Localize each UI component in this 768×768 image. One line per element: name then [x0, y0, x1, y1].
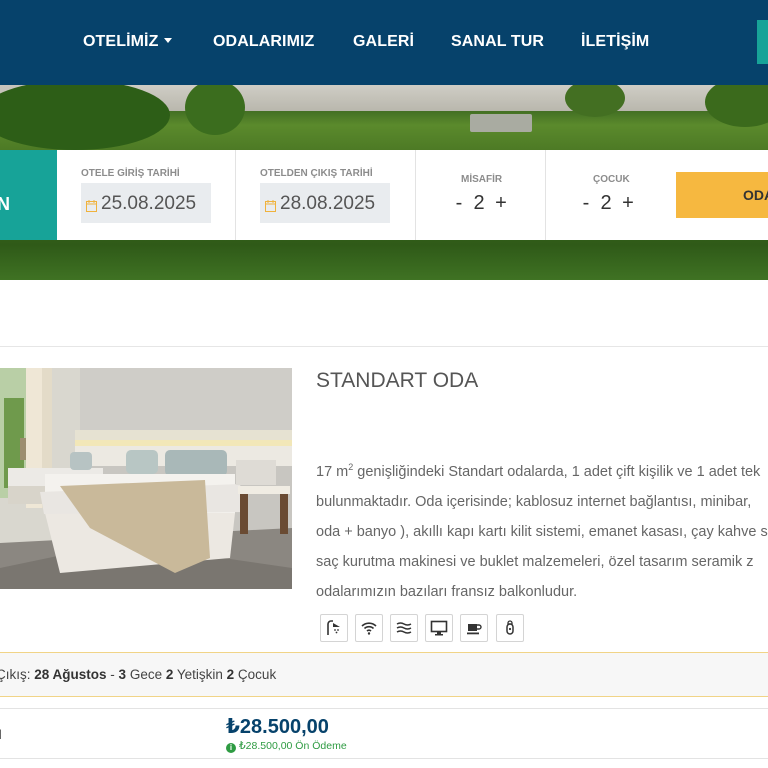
- summary-checkout-date: 28 Ağustos: [34, 667, 107, 682]
- guests-stepper: -2 +: [451, 192, 511, 215]
- divider: [235, 150, 236, 240]
- nav-item-label: OTELİMİZ: [83, 33, 159, 50]
- chevron-down-icon: [164, 38, 173, 43]
- room-photo[interactable]: [0, 368, 292, 589]
- hero-stone: [470, 114, 532, 132]
- section-divider: [0, 346, 768, 347]
- summary-nights: 3: [118, 667, 127, 682]
- booking-bar-fields: OTELE GİRİŞ TARİHİ 25.08.2025 OTELDEN ÇI…: [57, 150, 768, 240]
- children-stepper: -2 +: [578, 192, 638, 215]
- room-description-line: odalarımızın bazıları fransız balkonludu…: [316, 583, 578, 600]
- hero-bush: [185, 85, 245, 135]
- guests-value: 2: [473, 192, 485, 214]
- room-description-line: saç kurutma makinesi ve buklet malzemele…: [316, 553, 754, 570]
- nav-item-odalarimiz[interactable]: ODALARIMIZ: [213, 33, 314, 51]
- summary-text: Çocuk: [234, 667, 277, 682]
- wifi-icon[interactable]: [355, 614, 383, 642]
- divider: [545, 150, 546, 240]
- tv-icon[interactable]: [425, 614, 453, 642]
- prepayment-note: i ₺28.500,00 Ön Ödeme: [226, 740, 347, 753]
- search-rooms-button[interactable]: ODA: [676, 172, 768, 218]
- info-icon: i: [226, 743, 236, 753]
- stay-summary-bar: Çıkış: 28 Ağustos - 3 Gece 2 Yetişkin 2 …: [0, 652, 768, 697]
- children-minus-button[interactable]: -: [578, 192, 594, 215]
- calendar-icon: [86, 196, 97, 218]
- checkin-date-field[interactable]: 25.08.2025: [81, 183, 211, 223]
- room-description-line: 17 m2 genişliğindeki Standart odalarda, …: [316, 452, 768, 487]
- rate-row-top-border: [0, 708, 768, 709]
- room-title: STANDART ODA: [316, 369, 479, 392]
- children-value: 2: [600, 192, 612, 214]
- rate-plan-label: il: [0, 727, 2, 742]
- safe-icon[interactable]: [496, 614, 524, 642]
- guests-label: MİSAFİR: [461, 174, 503, 185]
- checkin-date-value: 25.08.2025: [101, 193, 197, 214]
- description-text: 17 m: [316, 463, 349, 480]
- room-description-line: oda + banyo ), akıllı kapı kartı kilit s…: [316, 523, 768, 540]
- air-conditioning-icon[interactable]: [390, 614, 418, 642]
- hero-bush: [705, 85, 768, 127]
- guests-plus-button[interactable]: +: [491, 192, 511, 215]
- room-description: 17 m2 genişliğindeki Standart odalarda, …: [316, 452, 768, 607]
- checkout-date-value: 28.08.2025: [280, 193, 376, 214]
- summary-text: Çıkış:: [0, 667, 31, 682]
- nav-item-sanal-tur[interactable]: SANAL TUR: [451, 33, 544, 51]
- summary-text: -: [106, 667, 119, 682]
- rate-price: ₺28.500,00: [226, 716, 329, 738]
- stay-summary-text: Çıkış: 28 Ağustos - 3 Gece 2 Yetişkin 2 …: [0, 667, 276, 682]
- checkin-label: OTELE GİRİŞ TARİHİ: [81, 168, 180, 179]
- children-label: ÇOCUK: [593, 174, 630, 185]
- shower-icon[interactable]: [320, 614, 348, 642]
- children-plus-button[interactable]: +: [618, 192, 638, 215]
- nav-item-galeri[interactable]: GALERİ: [353, 33, 414, 51]
- reservation-button-edge[interactable]: [757, 20, 768, 64]
- nav-item-otelimiz[interactable]: OTELİMİZ: [83, 33, 173, 51]
- booking-bar: N OTELE GİRİŞ TARİHİ 25.08.2025 OTELDEN …: [0, 150, 768, 240]
- guests-minus-button[interactable]: -: [451, 192, 467, 215]
- booking-bar-title: N: [0, 150, 57, 240]
- coffee-icon[interactable]: [460, 614, 488, 642]
- checkout-date-field[interactable]: 28.08.2025: [260, 183, 390, 223]
- rate-row-bottom-border: [0, 758, 768, 759]
- room-photo-illustration: [0, 368, 292, 589]
- summary-text: Yetişkin: [173, 667, 227, 682]
- hero-bush: [0, 85, 170, 150]
- summary-text: Gece: [126, 667, 166, 682]
- hero-bush: [565, 85, 625, 117]
- nav-item-iletisim[interactable]: İLETİŞİM: [581, 33, 649, 51]
- search-rooms-button-label: ODA: [743, 187, 768, 203]
- room-description-line: bulunmaktadır. Oda içerisinde; kablosuz …: [316, 493, 752, 510]
- prepayment-text: ₺28.500,00 Ön Ödeme: [239, 740, 347, 752]
- divider: [415, 150, 416, 240]
- description-text: genişliğindeki Standart odalarda, 1 adet…: [353, 463, 761, 480]
- checkout-label: OTELDEN ÇIKIŞ TARİHİ: [260, 168, 373, 179]
- top-navbar: OTELİMİZ ODALARIMIZ GALERİ SANAL TUR İLE…: [0, 0, 768, 85]
- calendar-icon: [265, 196, 276, 218]
- booking-bar-title-text: N: [0, 194, 10, 214]
